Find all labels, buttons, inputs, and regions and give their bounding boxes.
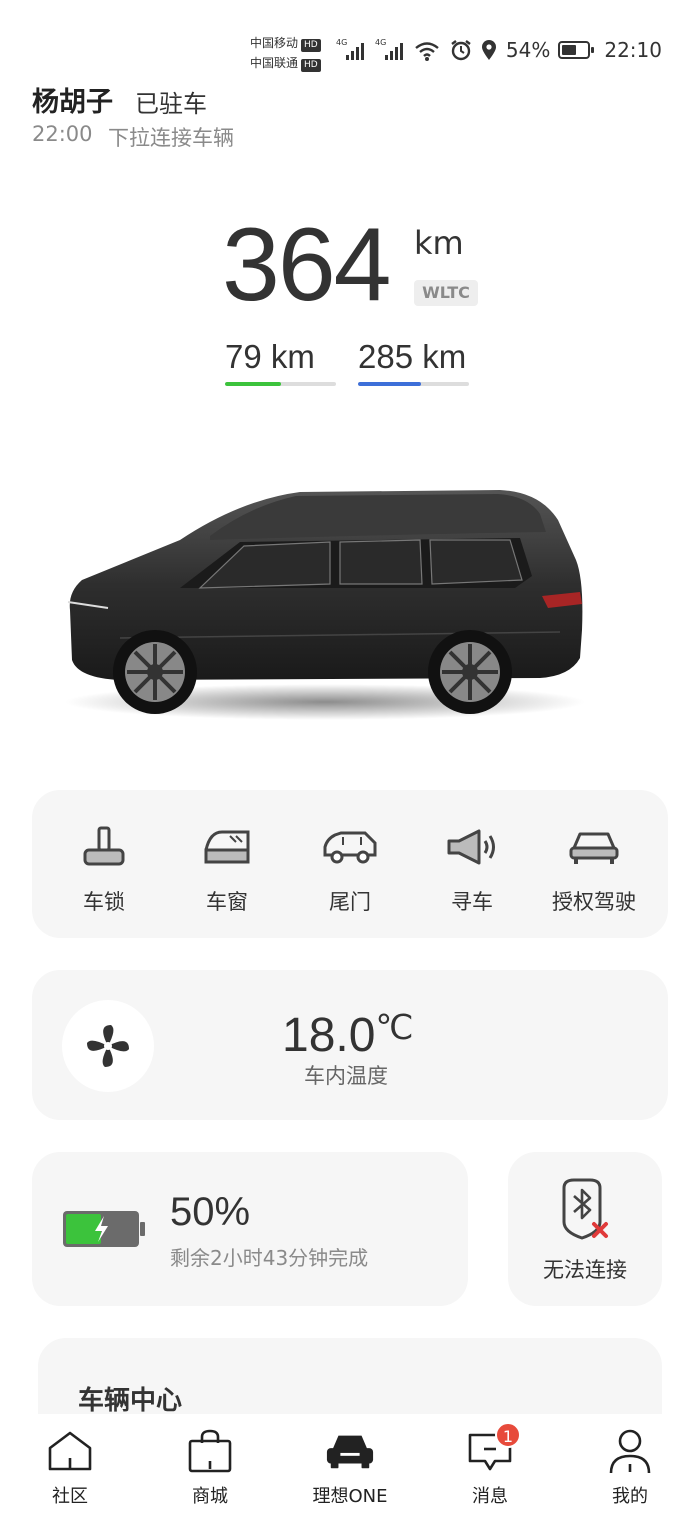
nav-li-one-label: 理想ONE: [312, 1486, 388, 1507]
range-unit: km: [414, 224, 464, 262]
clock: 22:10: [604, 38, 662, 62]
carrier-info: 中国移动 HD 中国联通 HD: [250, 33, 321, 73]
vehicle-name: 杨胡子: [32, 87, 113, 118]
hd-badge-2: HD: [301, 59, 321, 72]
electric-range-bar: [225, 382, 336, 386]
nav-mine-label: 我的: [612, 1486, 648, 1507]
cabin-temperature: 18.0℃: [282, 1008, 414, 1063]
bluetooth-key-status: 无法连接: [543, 1258, 627, 1282]
climate-card[interactable]: 18.0℃ 车内温度: [32, 970, 668, 1120]
charge-remaining-time: 剩余2小时43分钟完成: [170, 1246, 369, 1270]
shopping-bag-icon: [188, 1429, 232, 1473]
nav-mine[interactable]: 我的: [580, 1428, 680, 1508]
temperature-value: 18.0: [282, 1009, 376, 1062]
battery-icon: [558, 41, 595, 59]
control-lock-label: 车锁: [83, 890, 125, 914]
wifi-icon: [415, 42, 439, 61]
charging-card[interactable]: 50% 剩余2小时43分钟完成: [32, 1152, 468, 1306]
electric-range-fill: [225, 382, 281, 386]
bluetooth-key-card[interactable]: 无法连接: [508, 1152, 662, 1306]
fuel-range-bar: [358, 382, 469, 386]
front-wheel: [113, 630, 197, 714]
fuel-range-fill: [358, 382, 422, 386]
horn-icon: [447, 829, 495, 865]
control-lock[interactable]: 车锁: [44, 790, 164, 916]
hd-badge-1: HD: [301, 39, 321, 52]
nav-community[interactable]: 社区: [20, 1428, 120, 1508]
nav-messages-label: 消息: [472, 1486, 508, 1507]
control-authorize-drive-label: 授权驾驶: [552, 890, 636, 914]
temperature-unit: ℃: [375, 1009, 414, 1047]
electric-range: 79 km: [225, 338, 315, 375]
rear-wheel: [428, 630, 512, 714]
vehicle-status: 已驻车: [135, 90, 207, 118]
status-bar: 中国移动 HD 中国联通 HD 4G 4G 54% 22:10: [0, 0, 700, 80]
control-window[interactable]: 车窗: [167, 790, 287, 916]
pull-to-connect-hint: 下拉连接车辆: [108, 126, 234, 150]
person-icon: [609, 1429, 651, 1474]
message-badge: 1: [495, 1422, 521, 1448]
carrier-2: 中国联通: [250, 56, 299, 70]
tailgate-icon: [323, 831, 377, 864]
lock-icon: [83, 826, 125, 866]
charging-battery-icon: [63, 1211, 145, 1247]
control-authorize-drive[interactable]: 授权驾驶: [534, 790, 654, 916]
fuel-range: 285 km: [358, 338, 467, 375]
car-icon: [326, 1435, 374, 1469]
window-icon: [204, 830, 250, 864]
status-right: 54% 22:10: [450, 38, 662, 62]
home-icon: [48, 1431, 92, 1471]
charge-percent: 50%: [170, 1190, 251, 1234]
control-window-label: 车窗: [206, 890, 248, 914]
alarm-icon: [451, 40, 471, 61]
fan-button[interactable]: [62, 1000, 154, 1092]
authorize-drive-icon: [569, 832, 619, 864]
carrier-1: 中国移动: [250, 36, 299, 50]
nav-messages[interactable]: 1 消息: [440, 1422, 540, 1508]
nav-li-one[interactable]: 理想ONE: [300, 1428, 400, 1508]
bluetooth-key-disconnected-icon: [562, 1178, 608, 1240]
fan-icon: [87, 1025, 129, 1067]
last-update-time: 22:00: [32, 122, 93, 146]
control-find-car[interactable]: 寻车: [412, 790, 532, 916]
nav-shop-label: 商城: [192, 1486, 228, 1507]
cabin-temperature-label: 车内温度: [304, 1064, 388, 1088]
location-icon: [481, 40, 496, 60]
control-tailgate[interactable]: 尾门: [290, 790, 410, 916]
battery-percent: 54%: [505, 38, 551, 62]
nav-shop[interactable]: 商城: [160, 1428, 260, 1508]
bottom-navigation: 社区 商城 理想ONE 1 消息 我的: [0, 1414, 700, 1540]
nav-community-label: 社区: [52, 1486, 88, 1507]
control-find-car-label: 寻车: [451, 890, 493, 914]
control-tailgate-label: 尾门: [329, 890, 371, 914]
vehicle-image[interactable]: [60, 480, 590, 720]
wltc-badge: WLTC: [414, 280, 478, 306]
vehicle-center-title: 车辆中心: [78, 1386, 183, 1416]
total-range: 364: [222, 207, 392, 323]
quick-controls-card: 车锁 车窗 尾门 寻车 授权驾驶: [32, 790, 668, 938]
